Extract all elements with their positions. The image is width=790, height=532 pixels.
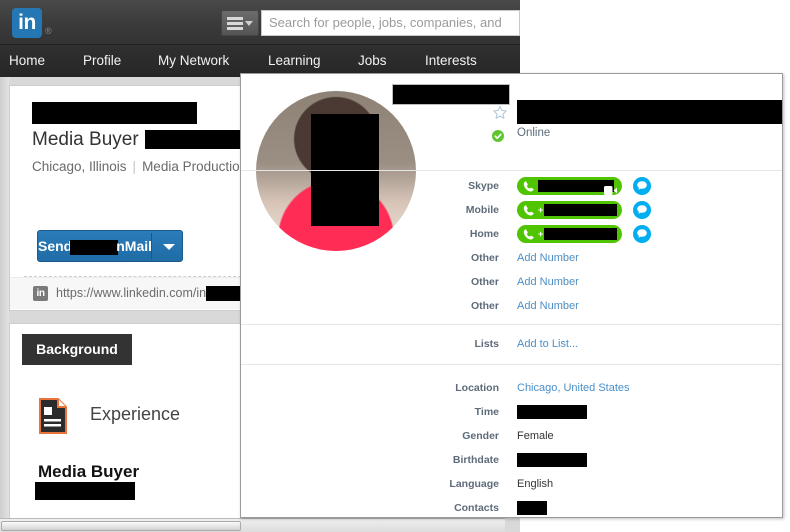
call-button-skype[interactable] [517,177,622,195]
call-button-home[interactable]: + [517,225,622,243]
detail-label: Gender [462,430,499,442]
detail-row-gender: Gender Female [241,424,782,448]
search-input[interactable]: Search for people, jobs, companies, and [261,10,520,36]
chevron-down-icon [245,21,253,26]
online-status-label: Online [517,127,551,139]
detail-label: Birthdate [452,454,499,466]
country-code-plus: + [538,205,544,215]
horizontal-scrollbar-thumb[interactable] [1,521,241,531]
linkedin-logo[interactable]: in [12,8,42,38]
screenshot-root: in ® Search for people, jobs, companies,… [0,0,790,532]
contact-row-lists: Lists Add to List... [241,332,782,356]
experience-section-label: Experience [90,404,181,424]
gender-value: Female [517,430,554,442]
favorite-star-icon[interactable] [492,105,508,121]
phone-number-redacted [544,204,617,216]
nav-item-my-network[interactable]: My Network [158,45,229,77]
contact-row-skype: Skype [241,174,782,198]
contact-row-label: Home [469,228,499,240]
linkedin-top-bar: in ® Search for people, jobs, companies,… [0,0,520,45]
profile-name-redacted [32,102,197,124]
phone-icon [523,180,534,192]
phone-number-redacted [538,180,614,192]
inmail-prefix: Send [38,238,73,254]
detail-label: Contacts [454,502,499,514]
chevron-down-icon[interactable] [163,244,175,250]
add-number-link[interactable]: Add Number [517,294,579,318]
call-button-mobile[interactable]: + [517,201,622,219]
public-profile-url-text: https://www.linkedin.com/in [56,286,207,300]
birthdate-value-redacted [517,453,587,467]
add-number-link[interactable]: Add Number [517,246,579,270]
contact-row-label: Mobile [465,204,499,216]
profile-headline-redacted [144,130,245,150]
nav-item-home[interactable]: Home [9,45,45,77]
contact-row-label: Skype [468,180,499,192]
location-link[interactable]: Chicago, United States [517,376,630,400]
profile-subline: Chicago, Illinois | Media Production [32,159,247,174]
language-value: English [517,478,554,490]
profile-headline: Media Buyer [32,129,245,151]
linkedin-small-icon: in [33,286,48,301]
registered-mark-icon: ® [45,26,52,36]
profile-headline-text: Media Buyer [32,129,139,150]
hamburger-icon [227,17,243,30]
contact-row-label: Other [470,300,499,312]
profile-industry: Media Production [142,159,248,174]
lists-label: Lists [474,338,499,350]
hamburger-menu-button[interactable] [221,10,259,36]
contact-row-other-3: Other Add Number [241,294,782,318]
contact-row-other-1: Other Add Number [241,246,782,270]
horizontal-scrollbar[interactable] [0,518,505,532]
divider-header [241,170,782,171]
divider-lists-top [241,324,782,325]
phone-icon [523,228,534,240]
inmail-redacted [70,239,119,255]
contact-row-other-2: Other Add Number [241,270,782,294]
profile-location: Chicago, Illinois [32,159,127,174]
subline-separator: | [132,159,137,174]
detail-label: Time [474,406,499,418]
detail-label: Location [455,382,499,394]
experience-document-icon [38,398,68,434]
inmail-suffix: nMail [116,238,151,254]
video-call-icon[interactable] [604,182,617,195]
detail-label: Language [449,478,499,490]
chat-button-mobile[interactable] [633,201,651,219]
inmail-divider [151,233,152,259]
time-value-redacted [517,405,587,419]
skype-contact-card-popup: Online Skype Mobile + Home + Other Add N… [240,73,783,518]
detail-row-language: Language English [241,472,782,496]
phone-icon [523,204,534,216]
experience-company-redacted [35,482,135,500]
add-number-link[interactable]: Add Number [517,270,579,294]
tab-background[interactable]: Background [22,334,132,365]
contact-row-label: Other [470,252,499,264]
detail-row-location: Location Chicago, United States [241,376,782,400]
page-gutter [0,77,9,532]
country-code-plus: + [538,229,544,239]
contacts-value-redacted [517,501,547,515]
contact-row-label: Other [470,276,499,288]
phone-number-redacted [544,228,617,240]
detail-row-time: Time [241,400,782,424]
detail-row-contacts: Contacts [241,496,782,517]
contact-display-name-redacted [393,85,509,104]
send-inmail-label: Send nMail [38,231,151,261]
send-inmail-button[interactable]: Send nMail [37,230,183,262]
chat-button-skype[interactable] [633,177,651,195]
contact-row-mobile: Mobile + [241,198,782,222]
experience-job-title: Media Buyer [38,462,140,481]
contact-row-home: Home + [241,222,782,246]
chat-button-home[interactable] [633,225,651,243]
contact-header-name-redacted [517,100,782,124]
online-status-icon [492,129,504,142]
nav-item-profile[interactable]: Profile [83,45,121,77]
detail-row-birthdate: Birthdate [241,448,782,472]
add-to-list-link[interactable]: Add to List... [517,332,578,356]
divider-details-top [241,364,782,365]
